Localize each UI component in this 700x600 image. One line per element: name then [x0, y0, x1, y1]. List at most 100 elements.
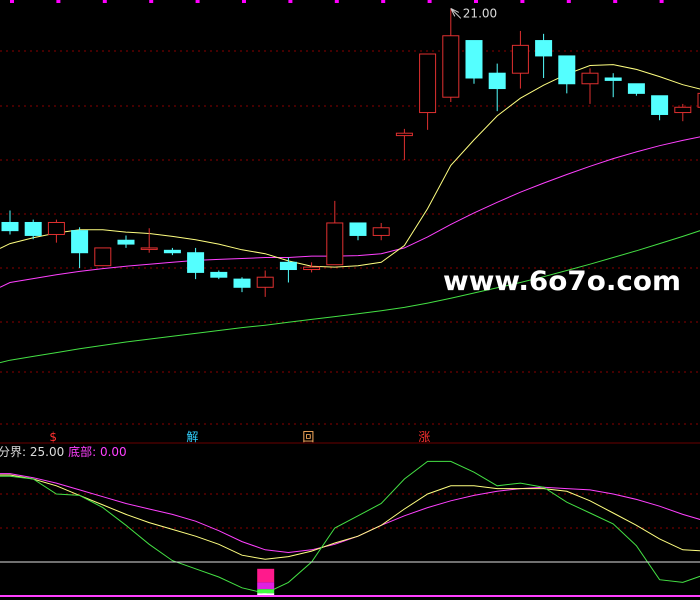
divider-value: 25.00 — [30, 445, 64, 459]
candle — [187, 247, 205, 280]
candle-body-down — [627, 83, 645, 94]
signal-markers: $ 解 回 涨 — [49, 429, 430, 444]
candle — [1, 210, 19, 235]
candle — [140, 228, 158, 253]
candle-body-up — [47, 221, 65, 235]
candle-body-up — [395, 132, 413, 137]
ma-short-line — [0, 64, 700, 268]
candle — [279, 257, 297, 283]
candle-body-up — [511, 44, 529, 74]
candle-body-down — [651, 95, 669, 115]
top-marker — [427, 0, 432, 3]
candle-body-up — [442, 35, 460, 98]
top-marker — [381, 0, 386, 3]
watermark-text: www.6o7o.com — [443, 266, 681, 297]
top-marker — [195, 0, 200, 3]
candle — [233, 277, 251, 293]
top-marker — [10, 0, 14, 3]
candle — [395, 128, 413, 161]
bottom-colon: : — [92, 445, 100, 459]
candle-body-down — [535, 40, 553, 57]
candle-body-up — [303, 266, 321, 271]
candle-body-up — [372, 227, 390, 236]
bottom-label: 底部 — [68, 444, 92, 459]
candle-body-down — [349, 222, 367, 236]
bottom-value: 0.00 — [100, 445, 127, 459]
top-marker — [613, 0, 618, 3]
candle — [256, 270, 274, 297]
svg-text:分界: 25.00 底部: 0.00: 分界: 25.00 底部: 0.00 — [0, 444, 127, 459]
candle-body-up — [581, 72, 599, 85]
candle — [210, 270, 228, 280]
candle — [349, 222, 367, 241]
candle — [674, 103, 692, 122]
candle — [511, 30, 529, 89]
candle — [326, 200, 344, 266]
high-price-label: 21.00 — [463, 6, 497, 20]
top-marker-strip — [10, 0, 664, 3]
candle — [465, 40, 483, 84]
top-marker — [474, 0, 478, 3]
candle — [442, 8, 460, 102]
candle-body-down — [210, 271, 228, 278]
divider-label: 分界 — [0, 445, 22, 459]
bar-segment — [257, 589, 275, 594]
candle-body-down — [187, 252, 205, 273]
candle-body-down — [163, 249, 181, 254]
candle-body-up — [94, 247, 112, 267]
indicator-grid — [0, 493, 700, 529]
candle-body-down — [24, 221, 42, 236]
candle — [94, 247, 112, 267]
candle — [651, 95, 669, 121]
candle-body-up — [674, 106, 692, 114]
candle-body-down — [604, 77, 622, 81]
bar-segment — [257, 568, 275, 583]
candle-body-down — [233, 278, 251, 288]
candle — [71, 227, 89, 269]
candle — [47, 219, 65, 243]
candle-body-up — [140, 247, 158, 250]
top-marker — [288, 0, 293, 3]
candle-body-down — [117, 239, 135, 245]
indicator-magenta-line — [0, 473, 700, 554]
candle — [558, 55, 576, 94]
candle-body-down — [558, 55, 576, 85]
indicator-header: 分界: 25.00 底部: 0.00 — [0, 444, 127, 459]
signal-glyph: 解 — [186, 430, 198, 444]
candle-body-down — [1, 221, 19, 232]
top-marker — [102, 0, 107, 3]
candle — [627, 83, 645, 96]
candle-body-down — [465, 40, 483, 79]
candle — [419, 53, 437, 130]
candle-body-down — [279, 261, 297, 271]
candle-body-up — [256, 276, 274, 288]
top-marker — [149, 0, 154, 3]
indicator-yellow-line — [0, 474, 700, 560]
top-marker — [659, 0, 664, 3]
bar-segment — [257, 582, 275, 590]
candle — [535, 33, 553, 78]
grid-lines — [0, 50, 700, 425]
high-marker-arrow — [450, 7, 462, 19]
indicator-lines — [0, 460, 700, 594]
top-marker — [56, 0, 61, 3]
candle-body-down — [71, 230, 89, 254]
chart-svg: 21.00 www.6o7o.com $ 解 回 涨 分界: 25.00 底部: 0.… — [0, 0, 700, 597]
signal-glyph: $ — [49, 430, 57, 444]
candle — [163, 247, 181, 256]
candle — [117, 235, 135, 248]
candle — [372, 222, 390, 241]
candle — [604, 73, 622, 98]
candlestick-series — [1, 8, 700, 297]
top-marker — [520, 0, 525, 3]
candle-body-up — [419, 53, 437, 114]
candle-body-down — [488, 72, 506, 90]
top-marker — [334, 0, 339, 3]
candle — [581, 68, 599, 104]
signal-glyph: 回 — [302, 430, 314, 444]
divider-colon: : — [22, 445, 30, 459]
candle-body-up — [326, 222, 344, 266]
top-marker — [566, 0, 571, 3]
candle — [488, 63, 506, 112]
indicator-stacked-bar — [257, 568, 275, 596]
